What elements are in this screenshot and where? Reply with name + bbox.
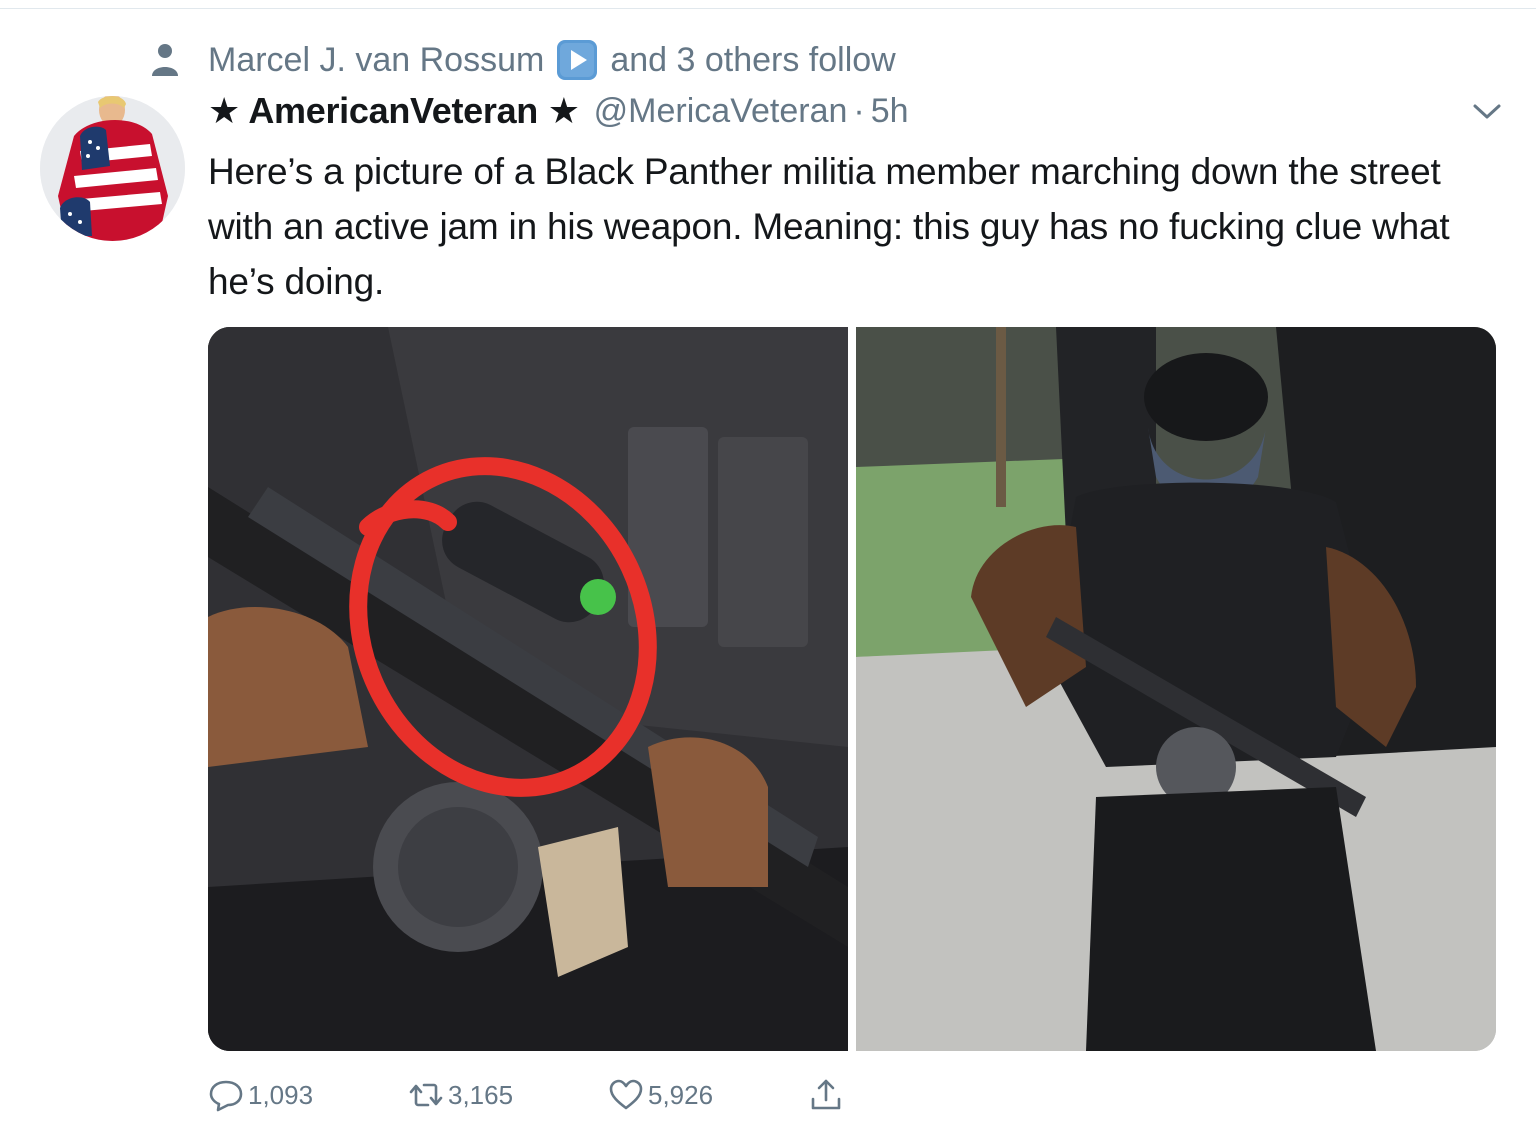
handle[interactable]: @MericaVeteran	[594, 92, 848, 131]
timestamp[interactable]: 5h	[871, 92, 909, 131]
media-grid[interactable]	[208, 327, 1496, 1051]
retweet-button[interactable]: 3,165	[408, 1077, 608, 1113]
reply-count: 1,093	[248, 1079, 314, 1110]
reply-button[interactable]: 1,093	[208, 1077, 408, 1113]
retweet-count: 3,165	[448, 1079, 514, 1110]
share-button[interactable]	[808, 1077, 848, 1113]
action-bar: 1,093 3,165 5,926	[208, 1072, 848, 1118]
display-name[interactable]: ★ AmericanVeteran ★	[208, 90, 580, 132]
retweet-icon	[409, 1083, 443, 1107]
like-count: 5,926	[648, 1079, 714, 1110]
play-emoji-icon	[557, 40, 598, 80]
reply-icon	[209, 1080, 243, 1112]
photo-closeup[interactable]	[208, 327, 848, 1051]
like-icon	[609, 1079, 643, 1110]
social-context-name[interactable]: Marcel J. van Rossum	[208, 41, 544, 80]
photo-full[interactable]	[856, 327, 1496, 1051]
chevron-down-icon[interactable]	[1470, 98, 1504, 124]
share-icon	[811, 1079, 841, 1110]
person-icon	[152, 44, 178, 76]
social-context: Marcel J. van Rossum and 3 others follow	[150, 38, 896, 82]
tweet-text: Here’s a picture of a Black Panther mili…	[208, 151, 1450, 302]
closeup-image	[208, 327, 848, 1051]
social-context-text: and 3 others follow	[610, 40, 896, 79]
like-button[interactable]: 5,926	[608, 1077, 808, 1113]
full-image	[856, 327, 1496, 1051]
tweet-header: ★ AmericanVeteran ★ @MericaVeteran · 5h	[208, 86, 909, 136]
separator-dot: ·	[853, 91, 865, 130]
avatar-image	[40, 96, 185, 241]
avatar[interactable]	[40, 96, 185, 241]
tweet[interactable]: Marcel J. van Rossum and 3 others follow…	[0, 0, 1536, 1137]
